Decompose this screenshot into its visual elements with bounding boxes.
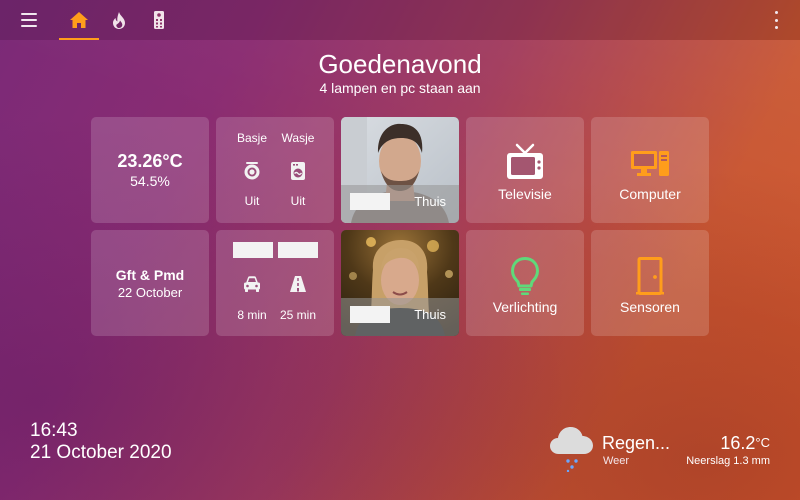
person-card-2[interactable]: Thuis xyxy=(341,230,459,336)
menu-icon xyxy=(21,19,37,21)
weather-temperature: 16.2°C xyxy=(720,433,770,453)
tile-label: Sensoren xyxy=(620,299,680,315)
door-icon xyxy=(636,257,664,295)
appliance-label: Basje xyxy=(236,131,268,145)
tab-fire[interactable] xyxy=(99,0,139,40)
greeting-title: Goedenavond xyxy=(318,49,482,79)
appliance-washer[interactable]: Wasje Uit xyxy=(273,131,323,208)
tile-lighting[interactable]: Verlichting xyxy=(466,230,584,336)
computer-icon xyxy=(631,151,669,176)
greeting-subtitle: 4 lampen en pc staan aan xyxy=(319,80,481,96)
person-state: Thuis xyxy=(414,307,446,322)
fire-icon xyxy=(113,11,125,29)
dryer-icon xyxy=(244,162,260,180)
waste-date: 22 October xyxy=(117,284,183,300)
appliance-state: Uit xyxy=(244,194,260,208)
tile-label: Verlichting xyxy=(492,299,558,315)
lightbulb-icon xyxy=(511,257,539,295)
home-icon xyxy=(70,12,88,28)
top-app-bar xyxy=(0,0,800,40)
waste-type: Gft & Pmd xyxy=(115,266,185,283)
tab-home[interactable] xyxy=(59,0,99,40)
weather-label: Weer xyxy=(603,455,630,467)
redacted-destination xyxy=(233,242,273,258)
weather-temperature-value: 16.2 xyxy=(720,433,756,453)
tile-label: Televisie xyxy=(498,186,552,202)
washing-machine-icon xyxy=(291,162,305,180)
rain-cloud-icon xyxy=(550,427,593,472)
greeting-header: Goedenavond 4 lampen en pc staan aan xyxy=(0,50,800,97)
weather-condition: Regen... xyxy=(602,433,671,453)
waste-collection-card[interactable]: Gft & Pmd 22 October xyxy=(91,230,209,336)
climate-card[interactable]: 23.26°C 54.5% xyxy=(91,117,209,223)
humidity-value: 54.5% xyxy=(130,173,170,189)
car-icon xyxy=(244,276,260,292)
more-vert-icon xyxy=(774,26,778,29)
more-vert-icon xyxy=(774,11,778,14)
weather-widget[interactable]: Regen... Weer 16.2°C Neerslag 1.3 mm xyxy=(549,424,779,474)
tab-remote[interactable] xyxy=(139,0,179,40)
appliance-label: Wasje xyxy=(281,131,315,145)
menu-icon xyxy=(21,25,37,27)
weather-precipitation: Neerslag 1.3 mm xyxy=(686,455,770,467)
clock-time: 16:43 xyxy=(30,420,78,441)
highway-icon xyxy=(290,276,306,292)
remote-icon xyxy=(154,11,164,29)
television-icon xyxy=(507,143,543,179)
tile-sensors[interactable]: Sensoren xyxy=(591,230,709,336)
tile-label: Computer xyxy=(619,186,681,202)
tile-computer[interactable]: Computer xyxy=(591,117,709,223)
travel-time: 25 min xyxy=(279,308,317,322)
redacted-name xyxy=(350,193,390,210)
temperature-value: 23.26°C xyxy=(117,151,183,171)
clock-widget: 16:43 21 October 2020 xyxy=(30,421,172,464)
appliance-dryer[interactable]: Basje Uit xyxy=(227,131,277,208)
travel-time: 8 min xyxy=(237,308,267,322)
travel-time-card[interactable]: 8 min 25 min xyxy=(216,230,334,336)
menu-icon xyxy=(21,13,37,15)
person-state: Thuis xyxy=(414,194,446,209)
more-vert-icon xyxy=(774,18,778,22)
menu-button[interactable] xyxy=(14,8,44,32)
more-options-button[interactable] xyxy=(772,11,780,29)
tile-television[interactable]: Televisie xyxy=(466,117,584,223)
appliances-card: Basje Uit Wasje Uit xyxy=(216,117,334,223)
appliance-state: Uit xyxy=(290,194,306,208)
redacted-destination xyxy=(278,242,318,258)
person-card-1[interactable]: Thuis xyxy=(341,117,459,223)
redacted-name xyxy=(350,306,390,323)
weather-temperature-unit: °C xyxy=(755,435,770,450)
clock-date: 21 October 2020 xyxy=(30,442,172,463)
